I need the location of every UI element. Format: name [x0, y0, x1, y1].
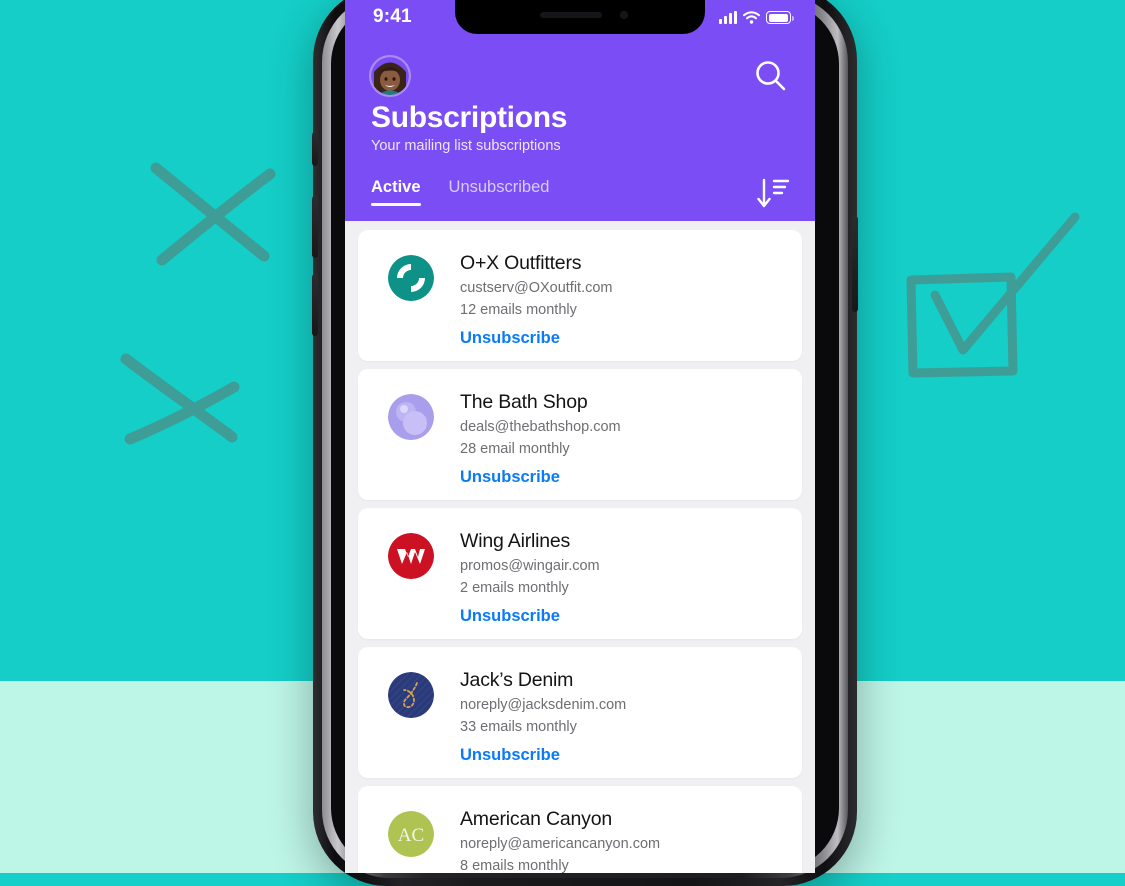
thebathshop-logo — [388, 394, 434, 440]
page-title: Subscriptions — [371, 101, 568, 134]
subscription-email: promos@wingair.com — [460, 558, 600, 574]
subscription-name: Jack’s Denim — [460, 669, 574, 691]
americancanyon-logo: AC — [388, 811, 434, 857]
unsubscribe-button[interactable]: Unsubscribe — [460, 329, 560, 348]
power-button[interactable] — [852, 216, 858, 312]
list-item[interactable]: AC American Canyon noreply@americancanyo… — [358, 786, 802, 873]
battery-icon — [766, 11, 794, 24]
subscription-email: deals@thebathshop.com — [460, 419, 621, 435]
phone-screen: Subscriptions Your mailing list subscrip… — [345, 0, 815, 873]
search-icon[interactable] — [751, 56, 791, 96]
list-item[interactable]: Jack’s Denim noreply@jacksdenim.com 33 e… — [358, 647, 802, 778]
status-time: 9:41 — [373, 6, 412, 27]
sort-descending-icon[interactable] — [753, 172, 793, 214]
subscription-name: O+X Outfitters — [460, 252, 582, 274]
front-camera-icon — [620, 11, 628, 19]
subscription-name: American Canyon — [460, 808, 612, 830]
earpiece-speaker — [540, 12, 602, 18]
oxoutfitters-logo — [388, 255, 434, 301]
status-icons — [719, 11, 794, 24]
subscription-frequency: 28 email monthly — [460, 441, 570, 457]
cellular-signal-icon — [719, 11, 737, 24]
avatar[interactable] — [369, 55, 411, 97]
subscription-name: Wing Airlines — [460, 530, 571, 552]
tab-active[interactable]: Active — [371, 178, 421, 206]
list-item[interactable]: O+X Outfitters custserv@OXoutfit.com 12 … — [358, 230, 802, 361]
list-item[interactable]: Wing Airlines promos@wingair.com 2 email… — [358, 508, 802, 639]
subscription-name: The Bath Shop — [460, 391, 588, 413]
unsubscribe-button[interactable]: Unsubscribe — [460, 468, 560, 487]
subscription-frequency: 8 emails monthly — [460, 858, 569, 873]
subscription-email: noreply@jacksdenim.com — [460, 697, 627, 713]
wifi-icon — [743, 11, 760, 24]
page-subtitle: Your mailing list subscriptions — [371, 138, 561, 154]
jacksdenim-logo — [388, 672, 434, 718]
header-tabs: Active Unsubscribed — [371, 178, 549, 206]
wingairlines-logo — [388, 533, 434, 579]
subscription-frequency: 33 emails monthly — [460, 719, 577, 735]
subscription-frequency: 12 emails monthly — [460, 302, 577, 318]
subscription-email: custserv@OXoutfit.com — [460, 280, 613, 296]
svg-text:AC: AC — [398, 825, 424, 846]
volume-up-button[interactable] — [312, 196, 318, 258]
subscription-list[interactable]: O+X Outfitters custserv@OXoutfit.com 12 … — [345, 221, 815, 873]
subscription-frequency: 2 emails monthly — [460, 580, 569, 596]
unsubscribe-button[interactable]: Unsubscribe — [460, 746, 560, 765]
tab-unsubscribed[interactable]: Unsubscribed — [449, 178, 550, 206]
silent-switch-button[interactable] — [312, 132, 318, 166]
unsubscribe-button[interactable]: Unsubscribe — [460, 607, 560, 626]
volume-down-button[interactable] — [312, 274, 318, 336]
subscription-email: noreply@americancanyon.com — [460, 836, 661, 852]
list-item[interactable]: The Bath Shop deals@thebathshop.com 28 e… — [358, 369, 802, 500]
